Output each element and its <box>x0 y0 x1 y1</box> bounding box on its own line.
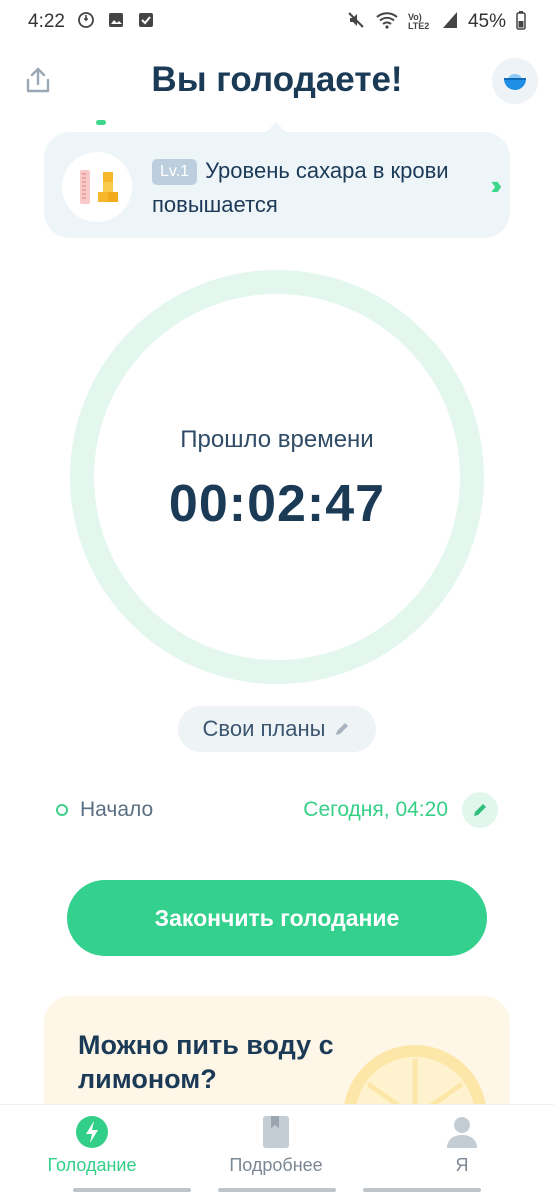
stage-indicator-dot <box>96 120 106 125</box>
plans-label: Свои планы <box>202 716 326 741</box>
double-chevron-right-icon: ›› <box>490 170 503 200</box>
network-label: Vo) LTE2 <box>407 12 430 31</box>
nav-tab-fasting[interactable]: Голодание <box>22 1115 162 1176</box>
check-notification-icon <box>137 11 155 34</box>
profile-bowl-button[interactable] <box>492 58 538 104</box>
pencil-icon <box>336 723 349 735</box>
level-badge: Lv.1 <box>152 159 198 185</box>
wifi-icon <box>376 11 398 34</box>
article-title: Можно пить воду с лимоном? <box>78 1030 334 1094</box>
elapsed-label: Прошло времени <box>180 426 374 453</box>
start-time-value[interactable]: Сегодня, 04:20 <box>303 798 448 822</box>
lightning-icon <box>75 1115 109 1149</box>
battery-percent: 45% <box>467 11 506 32</box>
gallery-notification-icon <box>107 11 125 34</box>
edit-start-time-button[interactable] <box>462 792 498 828</box>
page-title: Вы голодаете! <box>151 60 403 99</box>
nav-label-details: Подробнее <box>229 1155 323 1175</box>
end-fasting-button[interactable]: Закончить голодание <box>67 880 487 956</box>
mute-icon <box>346 10 366 35</box>
stage-description: Lv.1 Уровень сахара в крови повышается <box>152 154 452 222</box>
person-icon <box>445 1115 479 1149</box>
bowl-icon <box>504 74 526 90</box>
nav-tab-details[interactable]: Подробнее <box>206 1115 346 1176</box>
gesture-bar <box>0 1188 554 1192</box>
bookmark-book-icon <box>259 1115 293 1149</box>
start-time-row: Начало Сегодня, 04:20 <box>56 790 498 830</box>
start-label: Начало <box>80 798 154 821</box>
fasting-stage-card[interactable]: Lv.1 Уровень сахара в крови повышается ›› <box>44 120 510 238</box>
nav-label-me: Я <box>455 1155 469 1175</box>
status-time: 4:22 <box>28 11 65 32</box>
nav-tab-me[interactable]: Я <box>392 1115 532 1176</box>
signal-icon <box>442 11 458 34</box>
status-bar: 4:22 Vo) LTE2 45% <box>0 0 554 44</box>
nav-label-fasting: Голодание <box>47 1155 137 1175</box>
header: Вы голодаете! <box>0 52 554 116</box>
battery-icon <box>516 10 526 35</box>
start-dot-icon <box>56 804 68 816</box>
pencil-icon <box>474 804 486 816</box>
custom-plans-button[interactable]: Свои планы <box>178 706 376 752</box>
elapsed-time: 00:02:47 <box>168 475 386 533</box>
bottom-navigation: Голодание Подробнее Я <box>0 1104 554 1200</box>
blood-sugar-illustration-icon <box>62 152 132 222</box>
app-notification-icon <box>77 11 95 34</box>
